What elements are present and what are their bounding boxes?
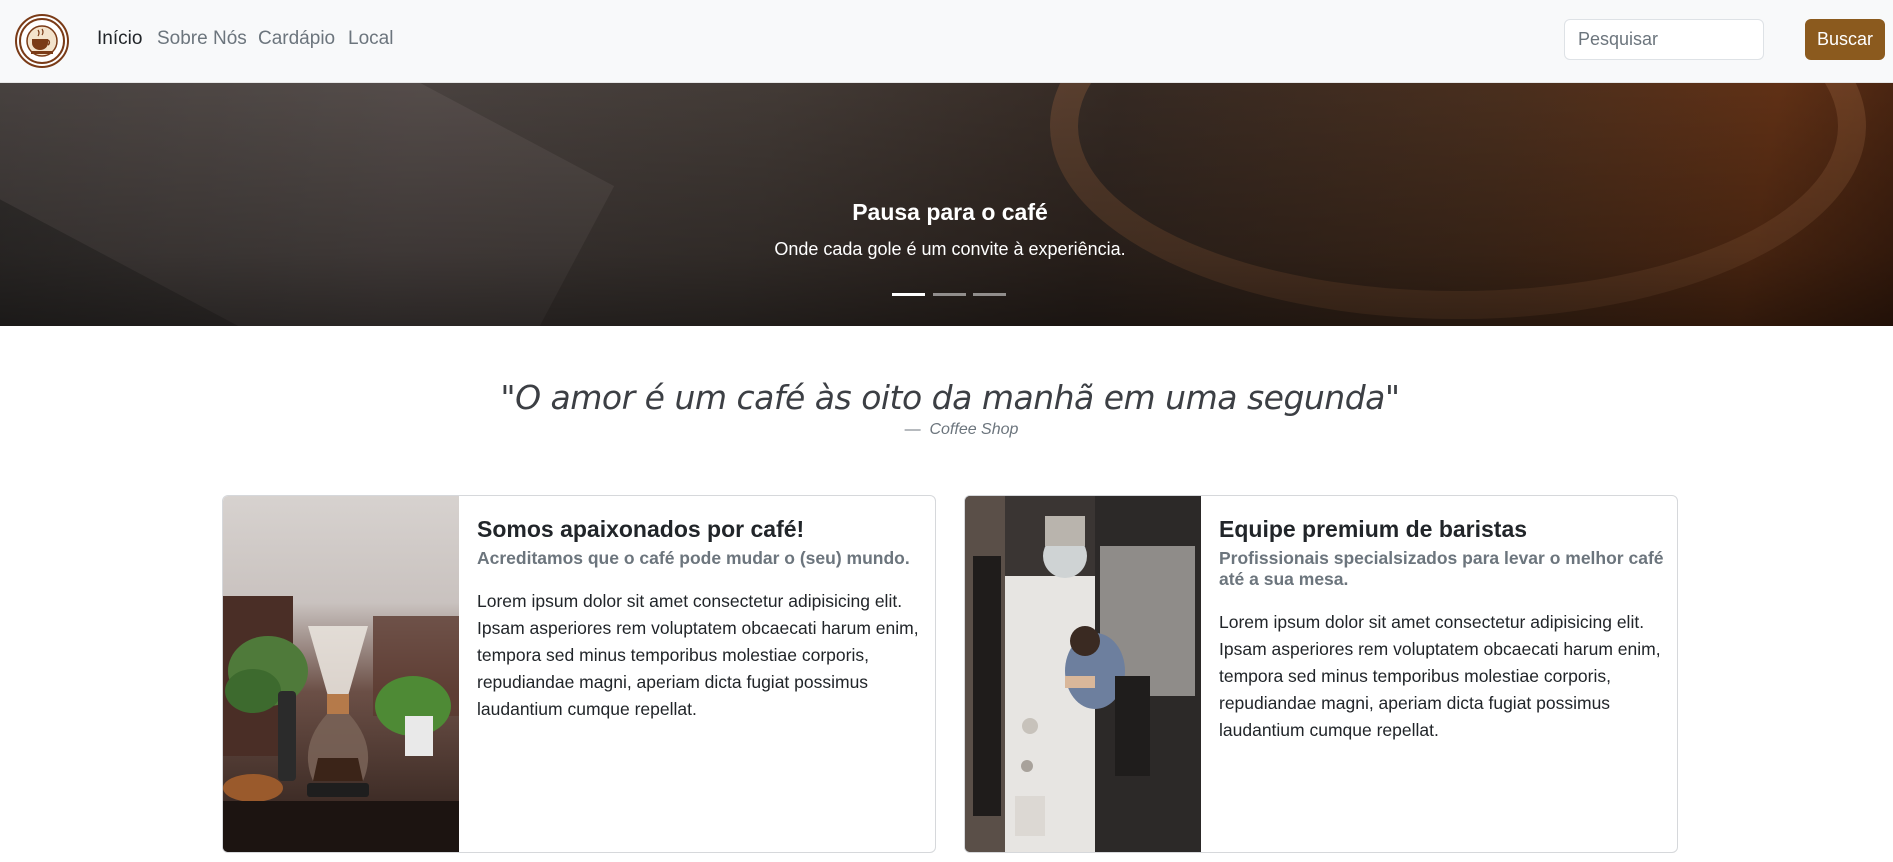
card-text: Lorem ipsum dolor sit amet consectetur a… [1219,612,1661,740]
coffee-cup-logo-icon[interactable] [15,14,69,68]
card-body: Somos apaixonados por café! Acreditamos … [477,514,923,723]
quote-dash: — [904,421,921,438]
card-subtitle: Acreditamos que o café pode mudar o (seu… [477,548,910,568]
quote-source: Coffee Shop [929,421,1019,438]
barista-photo [965,496,1201,852]
quote-footer: — Coffee Shop [0,421,1893,439]
card-body: Equipe premium de baristas Profissionais… [1219,514,1665,744]
search-button[interactable]: Buscar [1805,19,1885,60]
carousel-indicator-3[interactable] [973,293,1006,296]
hero-subtitle: Onde cada gole é um convite à experiênci… [774,239,1126,259]
navbar: Início Sobre Nós Cardápio Local Buscar [0,0,1893,83]
nav-link-sobre-nos[interactable]: Sobre Nós [157,26,247,52]
card-baristas: Equipe premium de baristas Profissionais… [964,495,1678,853]
search-input[interactable] [1564,19,1764,60]
card-title: Equipe premium de baristas [1219,516,1528,542]
nav-link-inicio[interactable]: Início [97,26,142,52]
chemex-coffee-photo [223,496,459,852]
carousel-indicator-1[interactable] [892,293,925,296]
hero-title: Pausa para o café [852,199,1048,225]
carousel-indicator-2[interactable] [933,293,966,296]
card-title: Somos apaixonados por café! [477,516,805,542]
nav-link-cardapio[interactable]: Cardápio [258,26,335,52]
nav-link-local[interactable]: Local [348,26,393,52]
card-subtitle: Profissionais specialsizados para levar … [1219,548,1664,589]
hero-carousel: Pausa para o café Onde cada gole é um co… [0,83,1893,326]
quote-text: "O amor é um café às oito da manhã em um… [500,378,1400,417]
card-text: Lorem ipsum dolor sit amet consectetur a… [477,591,919,719]
card-about: Somos apaixonados por café! Acreditamos … [222,495,936,853]
